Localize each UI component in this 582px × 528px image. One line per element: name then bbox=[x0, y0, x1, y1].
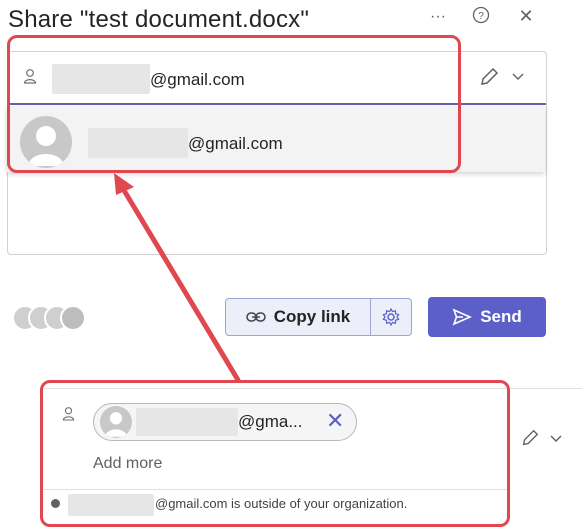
annotation-arrow bbox=[114, 173, 241, 383]
